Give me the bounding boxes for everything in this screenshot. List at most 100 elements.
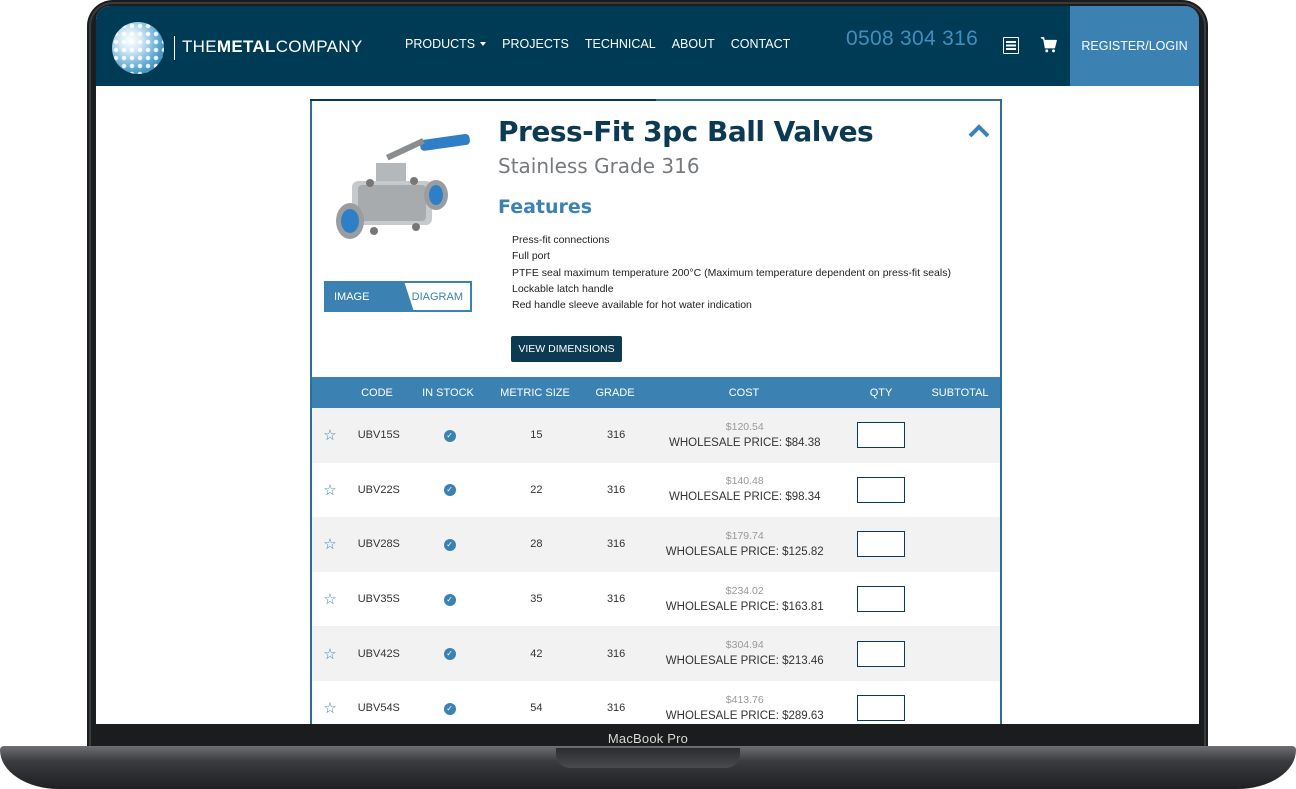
check-circle-icon: ✓ [443,484,456,497]
wholesale-price: WHOLESALE PRICE: $125.82 [647,544,842,560]
header-cell: IN STOCK [422,386,474,399]
retail-price: $140.48 [725,475,764,488]
product-code: UBV15S [357,429,400,442]
in-stock-cell: ✓ [412,538,488,551]
quantity-input[interactable] [857,476,906,503]
favorite-star-icon[interactable]: ☆ [312,535,346,553]
nav-label: PRODUCTS [405,37,476,51]
product-subtitle: Stainless Grade 316 [498,154,700,178]
favorite-star-icon[interactable]: ☆ [312,481,346,499]
cost-cell: $179.74 WHOLESALE PRICE: $125.82 [647,529,842,560]
metric-size: 15 [530,429,543,442]
nav-contact[interactable]: CONTACT [731,37,791,51]
table-row: ☆ UBV15S ✓ 15 316 $120.54 WHOLESALE PRICE: $84… [312,408,1000,463]
nav-about[interactable]: ABOUT [672,37,715,51]
check-circle-icon: ✓ [443,648,456,661]
favorite-star-icon[interactable]: ☆ [312,590,346,608]
product-code: UBV42S [357,647,400,660]
cost-cell: $234.02 WHOLESALE PRICE: $163.81 [647,584,842,615]
grade: 316 [606,702,626,715]
table-row: ☆ UBV28S ✓ 28 316 $179.74 WHOLESALE PRICE: $12… [312,517,1000,572]
register-login-button[interactable]: REGISTER/LOGIN [1070,6,1199,86]
feature-item: Full port [512,250,550,263]
chevron-up-icon[interactable] [968,123,990,139]
check-circle-icon: ✓ [443,538,456,551]
quantity-input[interactable] [857,695,906,722]
wholesale-label: WHOLESALE PRICE: [665,545,783,558]
qty-cell [842,586,920,613]
nav-technical[interactable]: TECHNICAL [585,37,656,51]
nav-projects[interactable]: PROJECTS [502,37,569,51]
header-cell: CODE [361,386,393,399]
logo-text-part: COMPANY [275,37,363,56]
globe-logo-icon[interactable] [112,22,164,74]
metric-size: 54 [530,702,543,715]
cost-cell: $140.48 WHOLESALE PRICE: $98.34 [647,474,842,505]
wholesale-label: WHOLESALE PRICE: [665,600,783,613]
table-row: ☆ UBV54S ✓ 54 316 $413.76 WHOLESALE PRICE: $28… [312,680,1000,724]
nav-label: ABOUT [671,37,715,51]
wholesale-label: WHOLESALE PRICE: [669,436,786,449]
ball-valve-image [336,133,470,239]
product-panel: IMAGE DIAGRAM Press-Fit 3pc Ball Valves … [310,99,1002,724]
nav-label: TECHNICAL [584,37,656,51]
wholesale-value: $84.38 [785,436,821,449]
nav-label: CONTACT [730,37,791,51]
logo-text-part: THE [182,37,217,56]
retail-price: $179.74 [725,529,764,542]
chevron-down-icon [480,42,487,46]
quantity-input[interactable] [857,422,906,449]
in-stock-cell: ✓ [412,429,488,442]
favorite-star-icon[interactable]: ☆ [312,426,346,444]
laptop-brand-label: MacBook Pro [607,731,689,746]
nav-label: PROJECTS [502,37,569,51]
wholesale-label: WHOLESALE PRICE: [665,709,783,722]
retail-price: $304.94 [725,639,764,652]
in-stock-cell: ✓ [412,647,488,661]
logo-text-bold: METAL [216,37,276,56]
toggle-image-button[interactable]: IMAGE [326,283,401,310]
grade: 316 [606,538,626,551]
product-code: UBV35S [357,593,400,606]
check-circle-icon: ✓ [443,429,456,442]
table-body: ☆ UBV15S ✓ 15 316 $120.54 WHOLESALE PRICE: $84… [312,408,1000,724]
table-row: ☆ UBV42S ✓ 42 316 $304.94 WHOLESALE PRICE: $21… [312,626,1000,681]
shopping-cart-icon[interactable] [1040,36,1058,54]
qty-cell [842,695,920,722]
metric-size: 22 [530,483,543,496]
header-cell: METRIC SIZE [500,386,570,399]
header-cell: SUBTOTAL [931,386,989,399]
header-cell: GRADE [595,386,635,399]
quantity-input[interactable] [857,531,906,558]
product-code: UBV54S [357,702,400,715]
header-cell: COST [728,386,760,399]
product-title: Press-Fit 3pc Ball Valves [498,115,874,148]
features-list: Press-fit connections Full port PTFE sea… [512,232,951,313]
site-logo-text[interactable]: THEMETALCOMPANY [182,37,363,57]
order-list-icon[interactable] [1003,37,1019,54]
grade: 316 [606,593,626,606]
qty-cell [842,640,920,667]
quantity-input[interactable] [857,640,906,667]
features-heading: Features [498,196,593,218]
wholesale-price: WHOLESALE PRICE: $84.38 [647,435,842,451]
quantity-input[interactable] [857,586,906,613]
wholesale-price: WHOLESALE PRICE: $289.63 [647,708,842,724]
phone-number[interactable]: 0508 304 316 [846,27,978,51]
image-diagram-toggle: IMAGE DIAGRAM [324,281,472,312]
qty-cell [842,422,920,449]
feature-item: Press-fit connections [512,234,610,246]
favorite-star-icon[interactable]: ☆ [312,699,346,717]
product-code: UBV28S [357,538,400,551]
view-dimensions-button[interactable]: VIEW DIMENSIONS [511,336,622,362]
wholesale-price: WHOLESALE PRICE: $213.46 [647,653,842,669]
cost-cell: $413.76 WHOLESALE PRICE: $289.63 [647,693,842,724]
main-nav: PRODUCTS PROJECTS TECHNICAL ABOUT CONTAC… [405,37,806,51]
nav-products[interactable]: PRODUCTS [405,37,487,51]
metric-size: 35 [530,593,543,606]
cost-cell: $120.54 WHOLESALE PRICE: $84.38 [647,420,842,451]
retail-price: $413.76 [725,693,764,706]
wholesale-value: $98.34 [785,491,821,504]
grade: 316 [606,483,626,496]
favorite-star-icon[interactable]: ☆ [312,645,346,663]
